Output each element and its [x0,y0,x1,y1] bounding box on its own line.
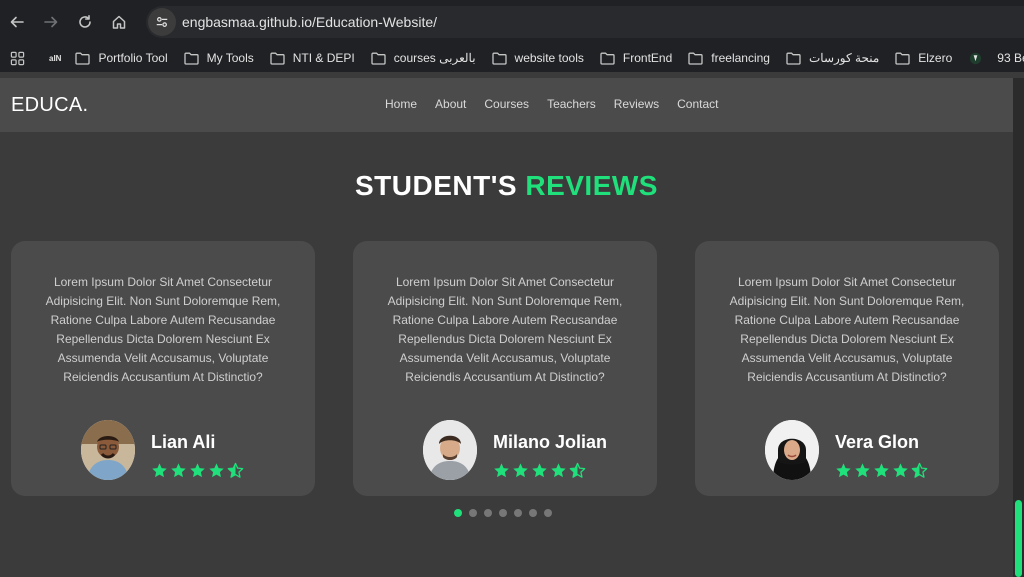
folder-icon [491,52,515,65]
site-info-button[interactable] [148,8,176,36]
bookmark-label: Elzero [918,51,953,65]
star-icon [892,462,909,479]
pagination-dot[interactable] [469,509,477,517]
pagination-dot[interactable] [499,509,507,517]
reviewer-avatar [765,420,819,480]
arrow-left-icon [10,16,24,28]
reload-icon [79,15,91,28]
rating-stars [493,462,586,479]
url-text[interactable]: engbasmaa.github.io/Education-Website/ [182,14,437,30]
pagination-dot[interactable] [544,509,552,517]
star-icon [835,462,852,479]
slider-pagination [454,509,552,517]
bookmark-label: freelancing [711,51,770,65]
site-header: EDUCA. Home About Courses Teachers Reviews Co… [0,78,1013,132]
ain-favicon[interactable]: aIN [49,50,61,66]
star-icon [189,462,206,479]
bookmark-list: Portfolio Tool My Tools NTI & DEPI courses … [75,51,1024,65]
rating-stars [835,462,928,479]
site-logo[interactable]: EDUCA. [11,94,88,117]
reviewer-avatar [423,420,477,480]
star-icon [854,462,871,479]
half-star-icon [227,462,244,479]
home-icon [112,15,126,29]
bookmark-item[interactable]: website tools [491,51,584,65]
reviewer-name: Milano Jolian [493,432,608,452]
bookmark-item[interactable]: 93 Beaut [968,51,1024,65]
pagination-dot[interactable] [454,509,462,517]
heading-white-part: STUDENT'S [355,170,518,201]
address-bar[interactable]: engbasmaa.github.io/Education-Website/ [146,6,1024,38]
page-scrollbar[interactable] [1013,78,1024,577]
folder-icon [371,52,394,65]
folder-icon [895,52,918,65]
bookmark-item[interactable]: Portfolio Tool [75,51,168,65]
pagination-dot[interactable] [514,509,522,517]
folder-icon [183,52,207,65]
folder-icon [270,52,293,65]
half-star-icon [569,462,586,479]
folder-icon [688,52,711,65]
nav-link-contact[interactable]: Contact [677,97,718,111]
star-icon [151,462,168,479]
reviewer-name: Vera Glon [835,432,920,452]
nav-link-courses[interactable]: Courses [484,97,529,111]
half-star-icon [911,462,928,479]
star-icon [873,462,890,479]
browser-toolbar: engbasmaa.github.io/Education-Website/ [0,0,1024,44]
bookmark-item[interactable]: Elzero [895,51,952,65]
home-button[interactable] [102,5,136,39]
back-button[interactable] [0,5,34,39]
reload-button[interactable] [68,5,102,39]
nav-link-about[interactable]: About [435,97,466,111]
bookmark-label: FrontEnd [622,51,673,65]
arrow-right-icon [44,16,58,28]
bookmark-item[interactable]: NTI & DEPI [270,51,355,65]
bookmark-item[interactable]: My Tools [183,51,254,65]
site-favicon-icon [968,52,991,65]
review-text: Lorem Ipsum Dolor Sit Amet Consectetur A… [387,275,623,384]
bookmark-item[interactable]: FrontEnd [600,51,672,65]
main-nav: Home About Courses Teachers Reviews Contact [385,97,718,111]
nav-link-reviews[interactable]: Reviews [614,97,659,111]
forward-button[interactable] [34,5,68,39]
star-icon [493,462,510,479]
bookmark-item[interactable]: freelancing [688,51,770,65]
review-card: Lorem Ipsum Dolor Sit Amet Consectetur A… [695,241,999,496]
scrollbar-thumb[interactable] [1015,500,1022,577]
folder-icon [786,52,809,65]
review-card: Lorem Ipsum Dolor Sit Amet Consectetur A… [353,241,657,496]
folder-icon [600,52,623,65]
reviewer-avatar [81,420,135,480]
star-icon [531,462,548,479]
star-icon [208,462,225,479]
star-icon [170,462,187,479]
bookmarks-bar: aIN Portfolio Tool My Tools NTI & DEPI cour… [0,44,1024,72]
nav-link-home[interactable]: Home [385,97,417,111]
rating-stars [151,462,244,479]
star-icon [550,462,567,479]
bookmark-label: 93 Beaut [997,51,1024,65]
bookmark-label: NTI & DEPI [292,51,355,65]
bookmark-label: My Tools [206,51,254,65]
review-text: Lorem Ipsum Dolor Sit Amet Consectetur A… [729,275,965,384]
folder-icon [75,52,98,65]
pagination-dot[interactable] [484,509,492,517]
bookmark-item[interactable]: منحة كورسات [786,51,879,65]
tune-icon [156,17,168,27]
star-icon [512,462,529,479]
reviews-heading: STUDENT'S REVIEWS [0,170,1013,202]
nav-link-teachers[interactable]: Teachers [547,97,596,111]
apps-grid-icon[interactable] [10,48,25,68]
bookmark-label: website tools [514,51,584,65]
review-text: Lorem Ipsum Dolor Sit Amet Consectetur A… [45,275,281,384]
pagination-dot[interactable] [529,509,537,517]
reviewer-name: Lian Ali [151,432,216,452]
bookmark-label: منحة كورسات [808,51,880,65]
bookmark-label: courses بالعربى [393,51,476,65]
heading-green-part: REVIEWS [525,170,658,201]
bookmark-label: Portfolio Tool [98,51,168,65]
bookmark-item[interactable]: courses بالعربى [371,51,476,65]
review-card: Lorem Ipsum Dolor Sit Amet Consectetur A… [11,241,315,496]
